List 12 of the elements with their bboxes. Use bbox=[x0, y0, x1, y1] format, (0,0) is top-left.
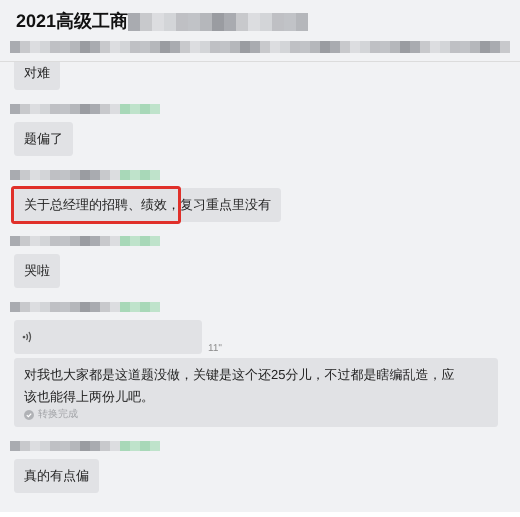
voice-icon bbox=[22, 330, 32, 344]
voice-duration: 11" bbox=[208, 342, 222, 356]
transcription-status: 转换完成 bbox=[38, 409, 78, 421]
message-bubble: 关于总经理的招聘、绩效，复习重点里没有 bbox=[14, 188, 281, 222]
message-bubble: 哭啦 bbox=[14, 254, 60, 288]
message-bubble: 真的有点偏 bbox=[14, 459, 99, 493]
voice-message[interactable] bbox=[14, 320, 202, 354]
chat-title: 2021高级工商 bbox=[16, 10, 128, 33]
message-bubble: 题偏了 bbox=[14, 122, 73, 156]
message-bubble: 对难 bbox=[14, 62, 60, 90]
voice-transcript: 对我也大家都是这道题没做，关键是这个还25分儿，不过都是瞎编乱造，应该也能得上两份儿吧。 bbox=[24, 366, 456, 406]
check-icon bbox=[24, 410, 34, 420]
